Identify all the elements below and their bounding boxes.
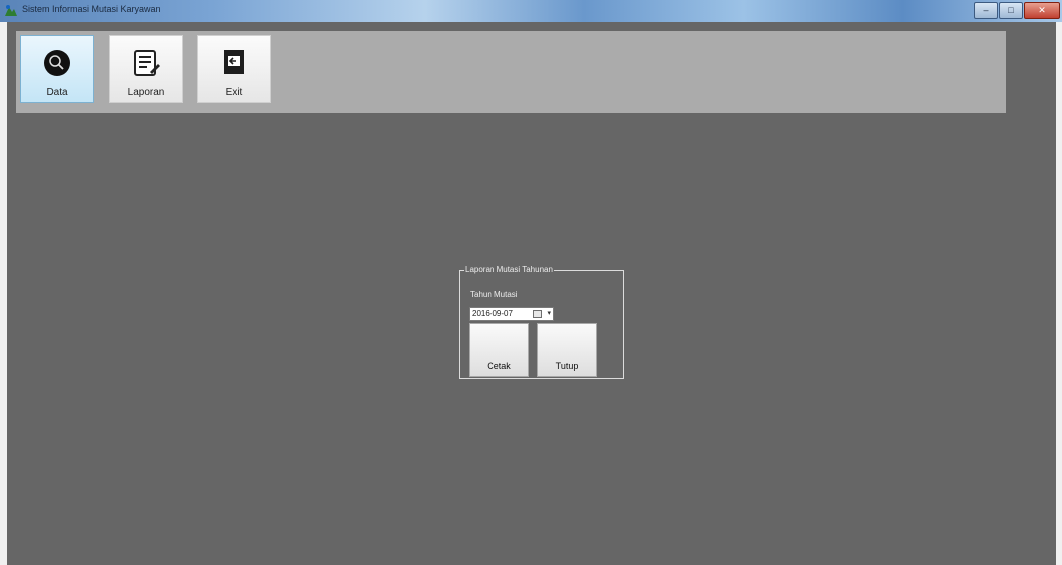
calendar-icon (533, 310, 542, 318)
close-button[interactable]: ✕ (1024, 2, 1060, 19)
data-button[interactable]: Data (20, 35, 94, 103)
report-icon (134, 50, 160, 76)
year-label: Tahun Mutasi (470, 290, 518, 299)
print-button-label: Cetak (487, 361, 511, 371)
laporan-button[interactable]: Laporan (109, 35, 183, 103)
minimize-button[interactable]: – (974, 2, 998, 19)
close-dialog-button[interactable]: Tutup (537, 323, 597, 377)
groupbox-title: Laporan Mutasi Tahunan (464, 265, 554, 274)
window-title: Sistem Informasi Mutasi Karyawan (22, 4, 161, 14)
date-picker[interactable]: 2016-09-07 ▾ (469, 307, 554, 321)
data-button-label: Data (46, 87, 68, 98)
close-dialog-button-label: Tutup (555, 361, 579, 371)
app-window: Sistem Informasi Mutasi Karyawan – □ ✕ D… (0, 0, 1062, 565)
exit-button[interactable]: Exit (197, 35, 271, 103)
data-icon (44, 50, 70, 76)
laporan-button-label: Laporan (127, 87, 165, 98)
annual-report-groupbox: Laporan Mutasi Tahunan Tahun Mutasi 2016… (459, 265, 624, 379)
window-controls: – □ ✕ (974, 2, 1060, 19)
toolbar: Data Laporan Exit (16, 31, 1006, 113)
chevron-down-icon[interactable]: ▾ (547, 308, 551, 320)
main-client-area: Data Laporan Exit Laporan Mutasi Tahunan… (7, 22, 1056, 565)
title-bar[interactable]: Sistem Informasi Mutasi Karyawan – □ ✕ (0, 0, 1062, 22)
exit-button-label: Exit (225, 87, 243, 98)
app-icon (5, 5, 17, 16)
date-value: 2016-09-07 (472, 309, 513, 318)
exit-icon (224, 50, 244, 74)
maximize-button[interactable]: □ (999, 2, 1023, 19)
print-button[interactable]: Cetak (469, 323, 529, 377)
